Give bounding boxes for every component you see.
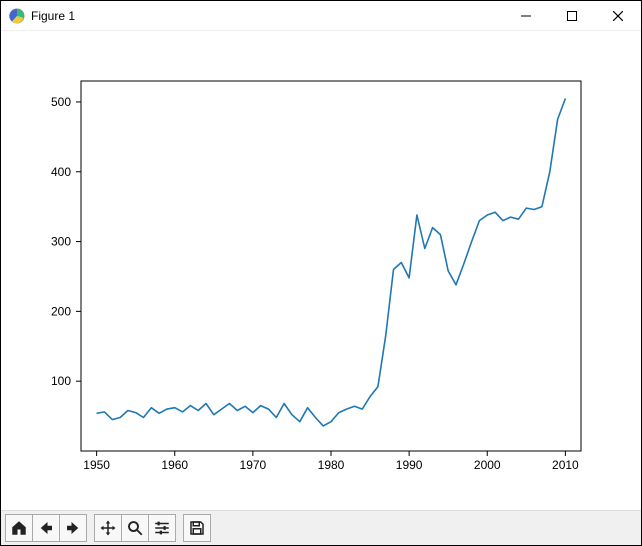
svg-text:400: 400: [51, 165, 71, 179]
svg-text:1980: 1980: [318, 458, 345, 472]
save-icon: [188, 519, 206, 537]
configure-button[interactable]: [148, 514, 176, 542]
chart-area[interactable]: 1950 1960 1970 1980 1990 2000 2010 100 200 300 400…: [1, 31, 641, 510]
minimize-button[interactable]: [503, 1, 549, 30]
home-button[interactable]: [5, 514, 33, 542]
back-button[interactable]: [32, 514, 60, 542]
svg-text:100: 100: [51, 374, 71, 388]
close-button[interactable]: [595, 1, 641, 30]
window-title: Figure 1: [31, 9, 503, 23]
svg-text:1970: 1970: [240, 458, 267, 472]
arrow-right-icon: [64, 519, 82, 537]
save-button[interactable]: [183, 514, 211, 542]
window-buttons: [503, 1, 641, 30]
app-icon: [9, 8, 25, 24]
svg-text:1950: 1950: [83, 458, 110, 472]
svg-text:300: 300: [51, 235, 71, 249]
sliders-icon: [153, 519, 171, 537]
nav-toolbar: [1, 510, 641, 545]
figure-window: Figure 1 1950 1960 1970 1980 1990 2000 2010 100…: [0, 0, 642, 546]
svg-text:500: 500: [51, 95, 71, 109]
svg-text:200: 200: [51, 304, 71, 318]
svg-text:2010: 2010: [552, 458, 579, 472]
svg-text:1960: 1960: [161, 458, 188, 472]
maximize-button[interactable]: [549, 1, 595, 30]
svg-text:1990: 1990: [396, 458, 423, 472]
forward-button[interactable]: [59, 514, 87, 542]
zoom-icon: [126, 519, 144, 537]
line-chart: 1950 1960 1970 1980 1990 2000 2010 100 200 300 400…: [1, 31, 641, 510]
svg-text:2000: 2000: [474, 458, 501, 472]
zoom-button[interactable]: [121, 514, 149, 542]
pan-button[interactable]: [94, 514, 122, 542]
arrow-left-icon: [37, 519, 55, 537]
move-icon: [99, 519, 117, 537]
home-icon: [10, 519, 28, 537]
titlebar: Figure 1: [1, 1, 641, 31]
